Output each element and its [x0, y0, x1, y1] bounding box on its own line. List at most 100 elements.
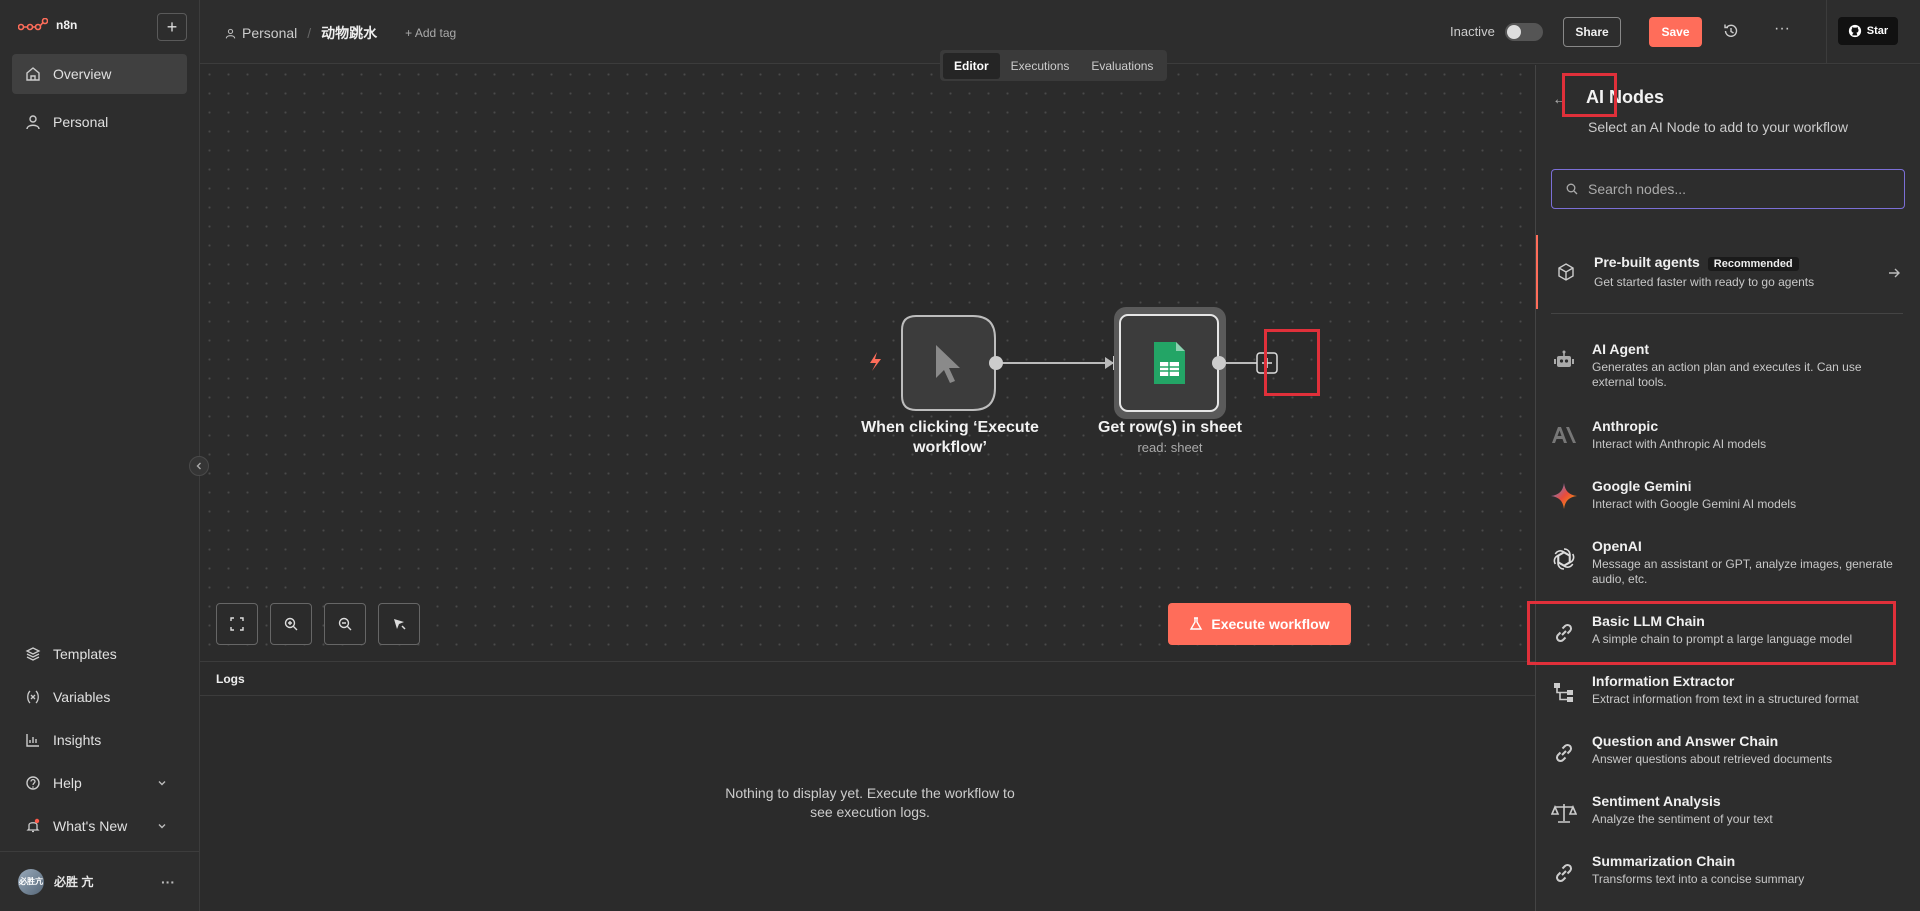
highlight-box	[1527, 601, 1896, 665]
github-star-button[interactable]: Star	[1838, 17, 1898, 45]
zoom-out-button[interactable]	[324, 603, 366, 645]
sidebar-item-insights[interactable]: Insights	[12, 720, 187, 760]
trigger-bolt-icon	[870, 352, 881, 371]
tidy-up-button[interactable]	[378, 603, 420, 645]
header-divider	[1826, 0, 1827, 64]
sidebar-item-help[interactable]: Help	[12, 763, 187, 803]
star-label: Star	[1866, 25, 1889, 37]
highlight-box	[1562, 73, 1617, 117]
item-title: Pre-built agents	[1594, 254, 1700, 270]
output-handle	[1212, 356, 1226, 370]
variables-icon	[27, 690, 39, 704]
sidebar-item-whats-new[interactable]: What's New	[12, 806, 187, 846]
save-button[interactable]: Save	[1649, 17, 1702, 47]
item-title: Question and Answer Chain	[1592, 733, 1779, 749]
search-input[interactable]	[1588, 181, 1888, 197]
history-icon[interactable]	[1722, 22, 1740, 40]
sidebar-item-label: Help	[53, 775, 82, 791]
node-creator-panel: ← AI Nodes Select an AI Node to add to y…	[1527, 65, 1920, 911]
logs-title[interactable]: Logs	[200, 662, 1535, 696]
scale-icon	[1549, 798, 1579, 828]
zoom-in-icon	[284, 617, 298, 631]
logs-panel: Logs Nothing to display yet. Execute the…	[200, 661, 1535, 911]
item-description: Answer questions about retrieved documen…	[1592, 752, 1833, 766]
tab-executions[interactable]: Executions	[1000, 53, 1081, 79]
chevron-left-icon	[196, 462, 201, 470]
item-title: Information Extractor	[1592, 673, 1735, 689]
zoom-out-icon	[338, 617, 352, 631]
more-options-icon[interactable]: ···	[1774, 20, 1790, 38]
sidebar-item-variables[interactable]: Variables	[12, 677, 187, 717]
link-icon	[1549, 738, 1579, 768]
prebuilt-agents-item[interactable]: Pre-built agents Recommended Get started …	[1536, 235, 1920, 309]
sidebar-item-label: Templates	[53, 646, 117, 662]
extractor-icon	[1549, 677, 1579, 707]
templates-icon	[25, 647, 41, 661]
workflow-name[interactable]: 动物跳水	[321, 23, 377, 43]
highlight-box	[1264, 329, 1320, 396]
sidebar-item-overview[interactable]: Overview	[12, 54, 187, 94]
sheets-node-label: Get row(s) in sheet	[1097, 419, 1243, 436]
collapse-sidebar-button[interactable]	[189, 456, 209, 476]
n8n-logo[interactable]: n8n	[18, 18, 77, 32]
add-tag-link[interactable]: + Add tag	[405, 26, 456, 40]
logo-text: n8n	[56, 18, 78, 32]
view-tabs: Editor Executions Evaluations	[940, 50, 1168, 81]
zoom-to-fit-button[interactable]	[216, 603, 258, 645]
workflow-canvas[interactable]: Editor Executions Evaluations When click…	[200, 50, 1535, 661]
sidebar-item-label: Personal	[53, 114, 109, 130]
gemini-icon	[1549, 481, 1579, 511]
user-menu[interactable]: 必胜亢 必胜 亢 ···	[0, 851, 199, 911]
flask-icon	[1190, 617, 1203, 630]
github-icon	[1848, 24, 1861, 38]
zoom-in-button[interactable]	[270, 603, 312, 645]
arrow-right-icon	[1889, 268, 1900, 278]
sheets-node-subtitle: read: sheet	[1137, 440, 1203, 455]
item-description: Interact with Google Gemini AI models	[1592, 497, 1797, 511]
cube-icon	[1551, 257, 1581, 287]
insights-icon	[26, 734, 39, 747]
breadcrumb-project[interactable]: Personal	[242, 25, 297, 41]
avatar: 必胜亢	[18, 868, 44, 895]
item-description: Generates an action plan and executes it…	[1592, 360, 1862, 389]
chevron-down-icon	[158, 824, 166, 829]
item-description: Message an assistant or GPT, analyze ima…	[1592, 557, 1893, 586]
item-title: OpenAI	[1592, 538, 1642, 554]
user-icon	[225, 28, 236, 38]
trigger-node-label: When clicking ‘Execute workflow’	[861, 419, 1039, 456]
connection-arrow	[1105, 357, 1114, 369]
item-title: Anthropic	[1592, 418, 1659, 434]
link-icon	[1549, 858, 1579, 888]
item-description: Transforms text into a concise summary	[1592, 872, 1805, 886]
sidebar-item-personal[interactable]: Personal	[12, 102, 187, 142]
search-icon	[1566, 183, 1578, 195]
more-horizontal-icon[interactable]: ···	[161, 874, 175, 890]
user-name: 必胜 亢	[54, 875, 94, 889]
sidebar-item-label: Overview	[53, 66, 112, 82]
share-button[interactable]: Share	[1563, 17, 1621, 47]
help-icon	[26, 776, 40, 790]
output-handle	[989, 356, 1003, 370]
bell-icon	[26, 818, 40, 833]
fit-view-icon	[230, 617, 244, 631]
sidebar-item-label: What's New	[53, 818, 128, 834]
active-toggle[interactable]	[1505, 23, 1543, 41]
anthropic-icon	[1549, 420, 1579, 450]
recommended-badge: Recommended	[1707, 257, 1799, 271]
create-new-button[interactable]: +	[157, 13, 187, 41]
search-box	[1551, 169, 1905, 209]
sidebar-item-label: Variables	[53, 689, 111, 705]
tab-evaluations[interactable]: Evaluations	[1080, 53, 1164, 79]
item-description: Get started faster with ready to go agen…	[1594, 275, 1815, 289]
tab-editor[interactable]: Editor	[943, 52, 1000, 79]
item-description: Interact with Anthropic AI models	[1592, 437, 1767, 451]
logs-empty-message: Nothing to display yet. Execute the work…	[725, 785, 1015, 820]
n8n-logo-icon	[18, 18, 48, 31]
item-description: Analyze the sentiment of your text	[1592, 812, 1773, 826]
chevron-down-icon	[158, 781, 166, 786]
item-title: Summarization Chain	[1592, 853, 1736, 869]
execute-workflow-button[interactable]: Execute workflow	[1168, 603, 1351, 645]
sidebar-item-templates[interactable]: Templates	[12, 634, 187, 674]
home-icon	[26, 67, 40, 81]
google-sheets-icon	[1154, 342, 1185, 384]
